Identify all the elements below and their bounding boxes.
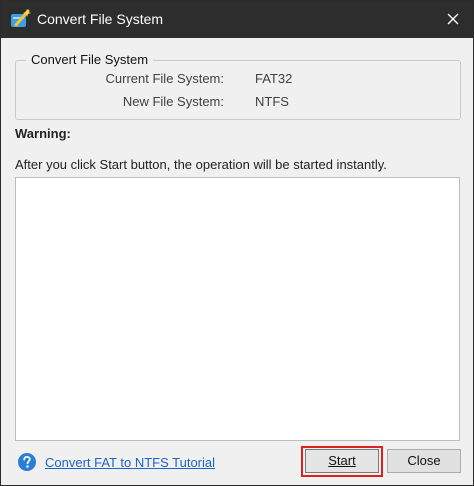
groupbox-legend: Convert File System	[26, 52, 154, 68]
window-title: Convert File System	[37, 11, 164, 27]
new-file-system-label: New File System:	[122, 94, 224, 109]
warning-heading: Warning:	[15, 126, 71, 141]
current-file-system-label: Current File System:	[105, 71, 224, 86]
file-system-groupbox: Convert File System Current File System:…	[15, 52, 461, 120]
tutorial-link[interactable]: Convert FAT to NTFS Tutorial	[45, 455, 215, 471]
new-file-system-value: NTFS	[255, 94, 289, 109]
dialog-body: Convert File System Current File System:…	[1, 38, 473, 485]
start-button-label: Start	[328, 453, 356, 468]
help-circle-icon[interactable]	[17, 452, 37, 472]
start-button[interactable]: Start	[305, 449, 379, 473]
warning-message: After you click Start button, the operat…	[15, 157, 387, 172]
current-file-system-value: FAT32	[255, 71, 293, 86]
convert-file-system-dialog: Convert File System Convert File System …	[0, 0, 474, 486]
close-button[interactable]: Close	[387, 449, 461, 473]
close-icon	[447, 13, 459, 25]
wand-app-icon	[10, 8, 32, 30]
operation-log-area[interactable]	[15, 177, 460, 441]
title-bar[interactable]: Convert File System	[1, 1, 473, 38]
window-close-button[interactable]	[433, 1, 473, 38]
